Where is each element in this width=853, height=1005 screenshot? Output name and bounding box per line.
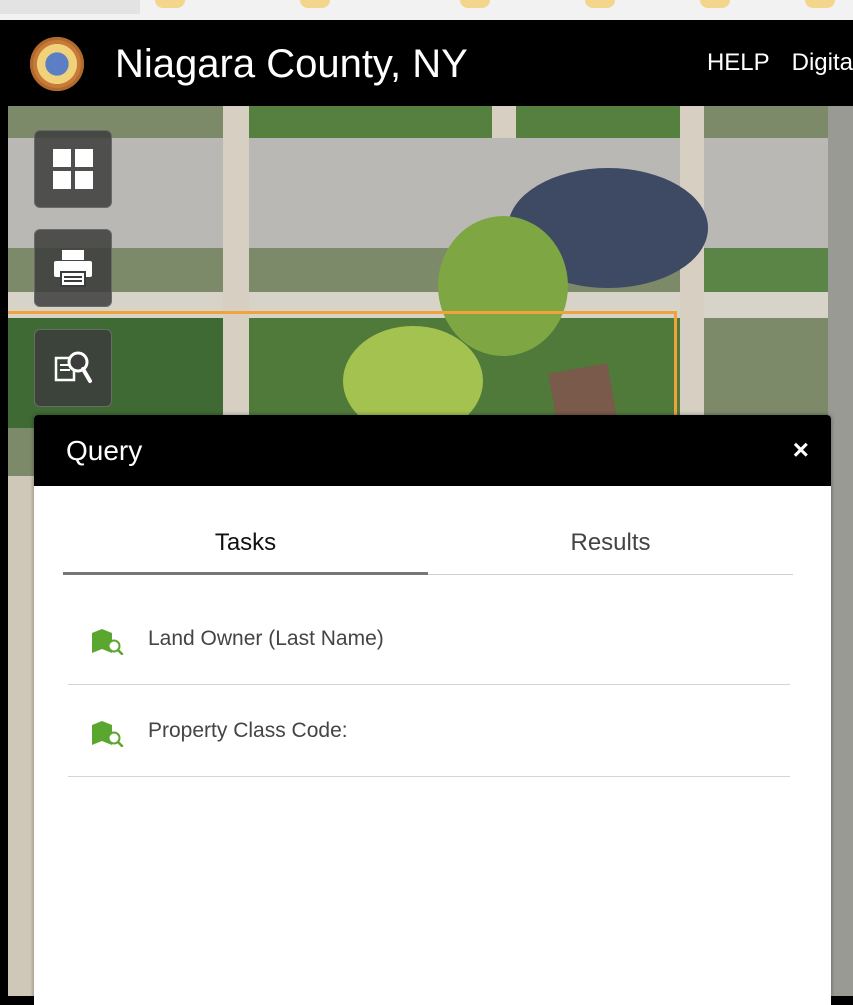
county-seal-logo xyxy=(30,37,84,91)
map-feature xyxy=(248,106,492,138)
print-button[interactable] xyxy=(34,229,112,307)
toolbar-bit xyxy=(700,0,730,8)
digital-link[interactable]: Digita xyxy=(792,49,853,76)
query-tabs: Tasks Results xyxy=(63,520,793,575)
task-item-land-owner[interactable]: Land Owner (Last Name) xyxy=(68,593,790,685)
browser-tab xyxy=(0,0,140,14)
print-icon xyxy=(54,250,92,287)
query-task-icon xyxy=(92,629,124,655)
toolbar-bit xyxy=(585,0,615,8)
map-road xyxy=(8,138,853,248)
panel-header: Query × xyxy=(34,415,831,486)
task-item-property-class[interactable]: Property Class Code: xyxy=(68,685,790,777)
tab-results[interactable]: Results xyxy=(428,520,793,574)
query-icon xyxy=(54,351,92,383)
map-feature xyxy=(516,106,680,138)
task-label: Land Owner (Last Name) xyxy=(148,627,384,650)
close-icon[interactable]: × xyxy=(793,435,809,465)
apps-grid-icon xyxy=(53,149,93,189)
app-title: Niagara County, NY xyxy=(115,42,468,86)
toolbar-bit xyxy=(155,0,185,8)
task-label: Property Class Code: xyxy=(148,719,348,742)
header-nav: HELP Digita xyxy=(685,48,853,78)
help-link[interactable]: HELP xyxy=(707,49,770,76)
map-sidewalk xyxy=(492,106,516,138)
browser-strip xyxy=(0,0,853,20)
query-button[interactable] xyxy=(34,329,112,407)
apps-button[interactable] xyxy=(34,130,112,208)
toolbar-bit xyxy=(300,0,330,8)
panel-title: Query xyxy=(66,435,143,466)
toolbar-bit xyxy=(805,0,835,8)
query-panel: Query × Tasks Results Land Owner (Last N… xyxy=(34,415,831,1005)
toolbar-bit xyxy=(460,0,490,8)
app-header: Niagara County, NY HELP Digita xyxy=(0,20,853,106)
map-feature xyxy=(828,106,853,996)
tab-tasks[interactable]: Tasks xyxy=(63,520,428,575)
query-task-icon xyxy=(92,721,124,747)
